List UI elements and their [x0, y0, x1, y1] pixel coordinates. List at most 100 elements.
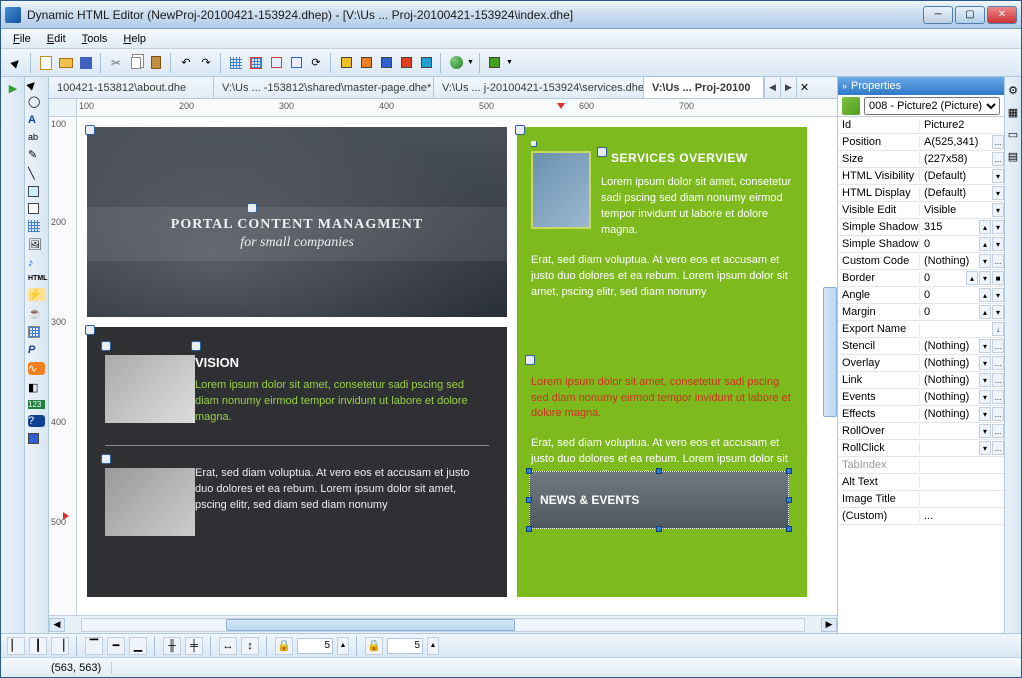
anchor-icon[interactable] — [101, 341, 111, 351]
selected-picture[interactable]: NEWS & EVENTS — [529, 471, 789, 529]
align-left-button[interactable]: ▏ — [7, 637, 25, 655]
anchor-icon[interactable] — [525, 355, 535, 365]
rss-tool[interactable]: ∿ — [28, 362, 45, 375]
shape-tool[interactable]: ◯ — [28, 95, 45, 108]
property-value[interactable]: 315▴▾ — [920, 220, 1004, 234]
color-tool[interactable] — [28, 433, 45, 444]
property-button[interactable]: ▾ — [979, 339, 991, 353]
tab-next-button[interactable]: ▶ — [780, 77, 796, 98]
property-button[interactable]: ▾ — [979, 441, 991, 455]
property-button[interactable]: ... — [992, 373, 1004, 387]
property-button[interactable]: ▾ — [979, 390, 991, 404]
tab-about[interactable]: 100421-153812\about.dhe — [49, 77, 214, 98]
property-button[interactable]: ▴ — [979, 305, 991, 319]
ruler-h-marker[interactable] — [557, 103, 565, 109]
layer-2[interactable] — [357, 54, 375, 72]
property-value[interactable]: 0▴▾■ — [920, 271, 1004, 285]
calendar-tool[interactable] — [28, 326, 45, 338]
property-value[interactable]: 0▴▾ — [920, 305, 1004, 319]
property-value[interactable]: (Nothing)▾... — [920, 356, 1004, 370]
minimize-button[interactable]: ─ — [923, 6, 953, 24]
ruler-vertical[interactable]: 100 200 300 400 500 — [49, 117, 77, 615]
refresh-button[interactable]: ⟳ — [307, 54, 325, 72]
design-canvas[interactable]: PORTAL CONTENT MANAGMENT for small compa… — [77, 117, 837, 615]
lock-button[interactable]: 🔒 — [275, 637, 293, 655]
spin-up-1[interactable]: ▲ — [337, 637, 349, 655]
align-bottom-button[interactable]: ▁ — [129, 637, 147, 655]
property-row[interactable]: Stencil(Nothing)▾... — [838, 338, 1004, 355]
anchor-icon[interactable] — [597, 147, 607, 157]
java-tool[interactable]: ☕ — [28, 307, 45, 320]
layer-3[interactable] — [377, 54, 395, 72]
undo-button[interactable]: ↶ — [177, 54, 195, 72]
image-tool[interactable]: 🖼 — [28, 238, 45, 251]
spin-up-2[interactable]: ▲ — [427, 637, 439, 655]
publish-button[interactable] — [486, 54, 504, 72]
object-selector[interactable]: 008 - Picture2 (Picture) — [864, 97, 1000, 115]
property-value[interactable]: (Nothing)▾... — [920, 407, 1004, 421]
close-button[interactable]: ✕ — [987, 6, 1017, 24]
layer-5[interactable] — [417, 54, 435, 72]
snap-button[interactable] — [247, 54, 265, 72]
menu-file[interactable]: File — [7, 31, 37, 47]
text-tool[interactable]: A — [28, 114, 45, 126]
help-tool[interactable]: ? — [28, 415, 45, 427]
property-button[interactable]: ▾ — [979, 424, 991, 438]
menu-help[interactable]: Help — [117, 31, 152, 47]
anchor-icon[interactable] — [85, 125, 95, 135]
property-button[interactable]: ... — [992, 441, 1004, 455]
property-value[interactable]: 0▴▾ — [920, 237, 1004, 251]
layer-1[interactable] — [337, 54, 355, 72]
menu-edit[interactable]: Edit — [41, 31, 72, 47]
property-row[interactable]: RollOver▾... — [838, 423, 1004, 440]
save-button[interactable] — [77, 54, 95, 72]
property-button[interactable]: ▾ — [992, 169, 1004, 183]
property-row[interactable]: Size(227x58)... — [838, 151, 1004, 168]
property-button[interactable]: ▾ — [992, 220, 1004, 234]
property-button[interactable]: ■ — [992, 271, 1004, 285]
tab-prev-button[interactable]: ◀ — [764, 77, 780, 98]
vision-panel[interactable]: VISION Lorem ipsum dolor sit amet, conse… — [87, 327, 507, 597]
rect-tool[interactable] — [28, 186, 45, 197]
property-value[interactable]: (Nothing)▾... — [920, 254, 1004, 268]
paypal-tool[interactable]: P — [28, 344, 45, 356]
counter-tool[interactable]: 123 — [28, 400, 45, 409]
spacing-x-input[interactable] — [297, 638, 333, 654]
line-tool[interactable]: ╲ — [28, 167, 45, 180]
audio-tool[interactable]: ♪ — [28, 257, 45, 269]
property-row[interactable]: Alt Text — [838, 474, 1004, 491]
same-width-button[interactable]: ↔ — [219, 637, 237, 655]
anchor-icon[interactable] — [515, 125, 525, 135]
layer-4[interactable] — [397, 54, 415, 72]
property-button[interactable]: ▾ — [992, 186, 1004, 200]
property-button[interactable]: ... — [992, 135, 1004, 149]
property-row[interactable]: Effects(Nothing)▾... — [838, 406, 1004, 423]
ruler-v-marker[interactable] — [63, 512, 69, 520]
sidetab-3[interactable]: ▭ — [1007, 125, 1019, 143]
hero-title[interactable]: PORTAL CONTENT MANAGMENT for small compa… — [87, 207, 507, 261]
html-tool[interactable]: HTML — [28, 275, 45, 282]
property-button[interactable]: ▾ — [979, 356, 991, 370]
align-center-h-button[interactable]: ┃ — [29, 637, 47, 655]
property-button[interactable]: ▴ — [966, 271, 978, 285]
property-button[interactable]: ▴ — [979, 288, 991, 302]
property-button[interactable]: ▾ — [992, 288, 1004, 302]
ruler-button[interactable] — [287, 54, 305, 72]
tab-index[interactable]: V:\Us ... Proj-20100 — [644, 77, 764, 98]
table-tool[interactable] — [28, 220, 45, 232]
property-row[interactable]: Simple Shadow315▴▾ — [838, 219, 1004, 236]
ruler-horizontal[interactable]: 100 200 300 400 500 600 700 — [77, 99, 837, 117]
redo-button[interactable]: ↷ — [197, 54, 215, 72]
anchor-icon[interactable] — [191, 341, 201, 351]
copy-button[interactable] — [127, 54, 145, 72]
open-button[interactable] — [57, 54, 75, 72]
same-height-button[interactable]: ↕ — [241, 637, 259, 655]
property-row[interactable]: Export Name↓ — [838, 321, 1004, 338]
property-row[interactable]: Link(Nothing)▾... — [838, 372, 1004, 389]
tab-services[interactable]: V:\Us ... j-20100421-153924\services.dhe — [434, 77, 644, 98]
distribute-h-button[interactable]: ╫ — [163, 637, 181, 655]
grid-button[interactable] — [227, 54, 245, 72]
property-button[interactable]: ▾ — [979, 373, 991, 387]
property-row[interactable]: Angle0▴▾ — [838, 287, 1004, 304]
spacing-y-input[interactable] — [387, 638, 423, 654]
